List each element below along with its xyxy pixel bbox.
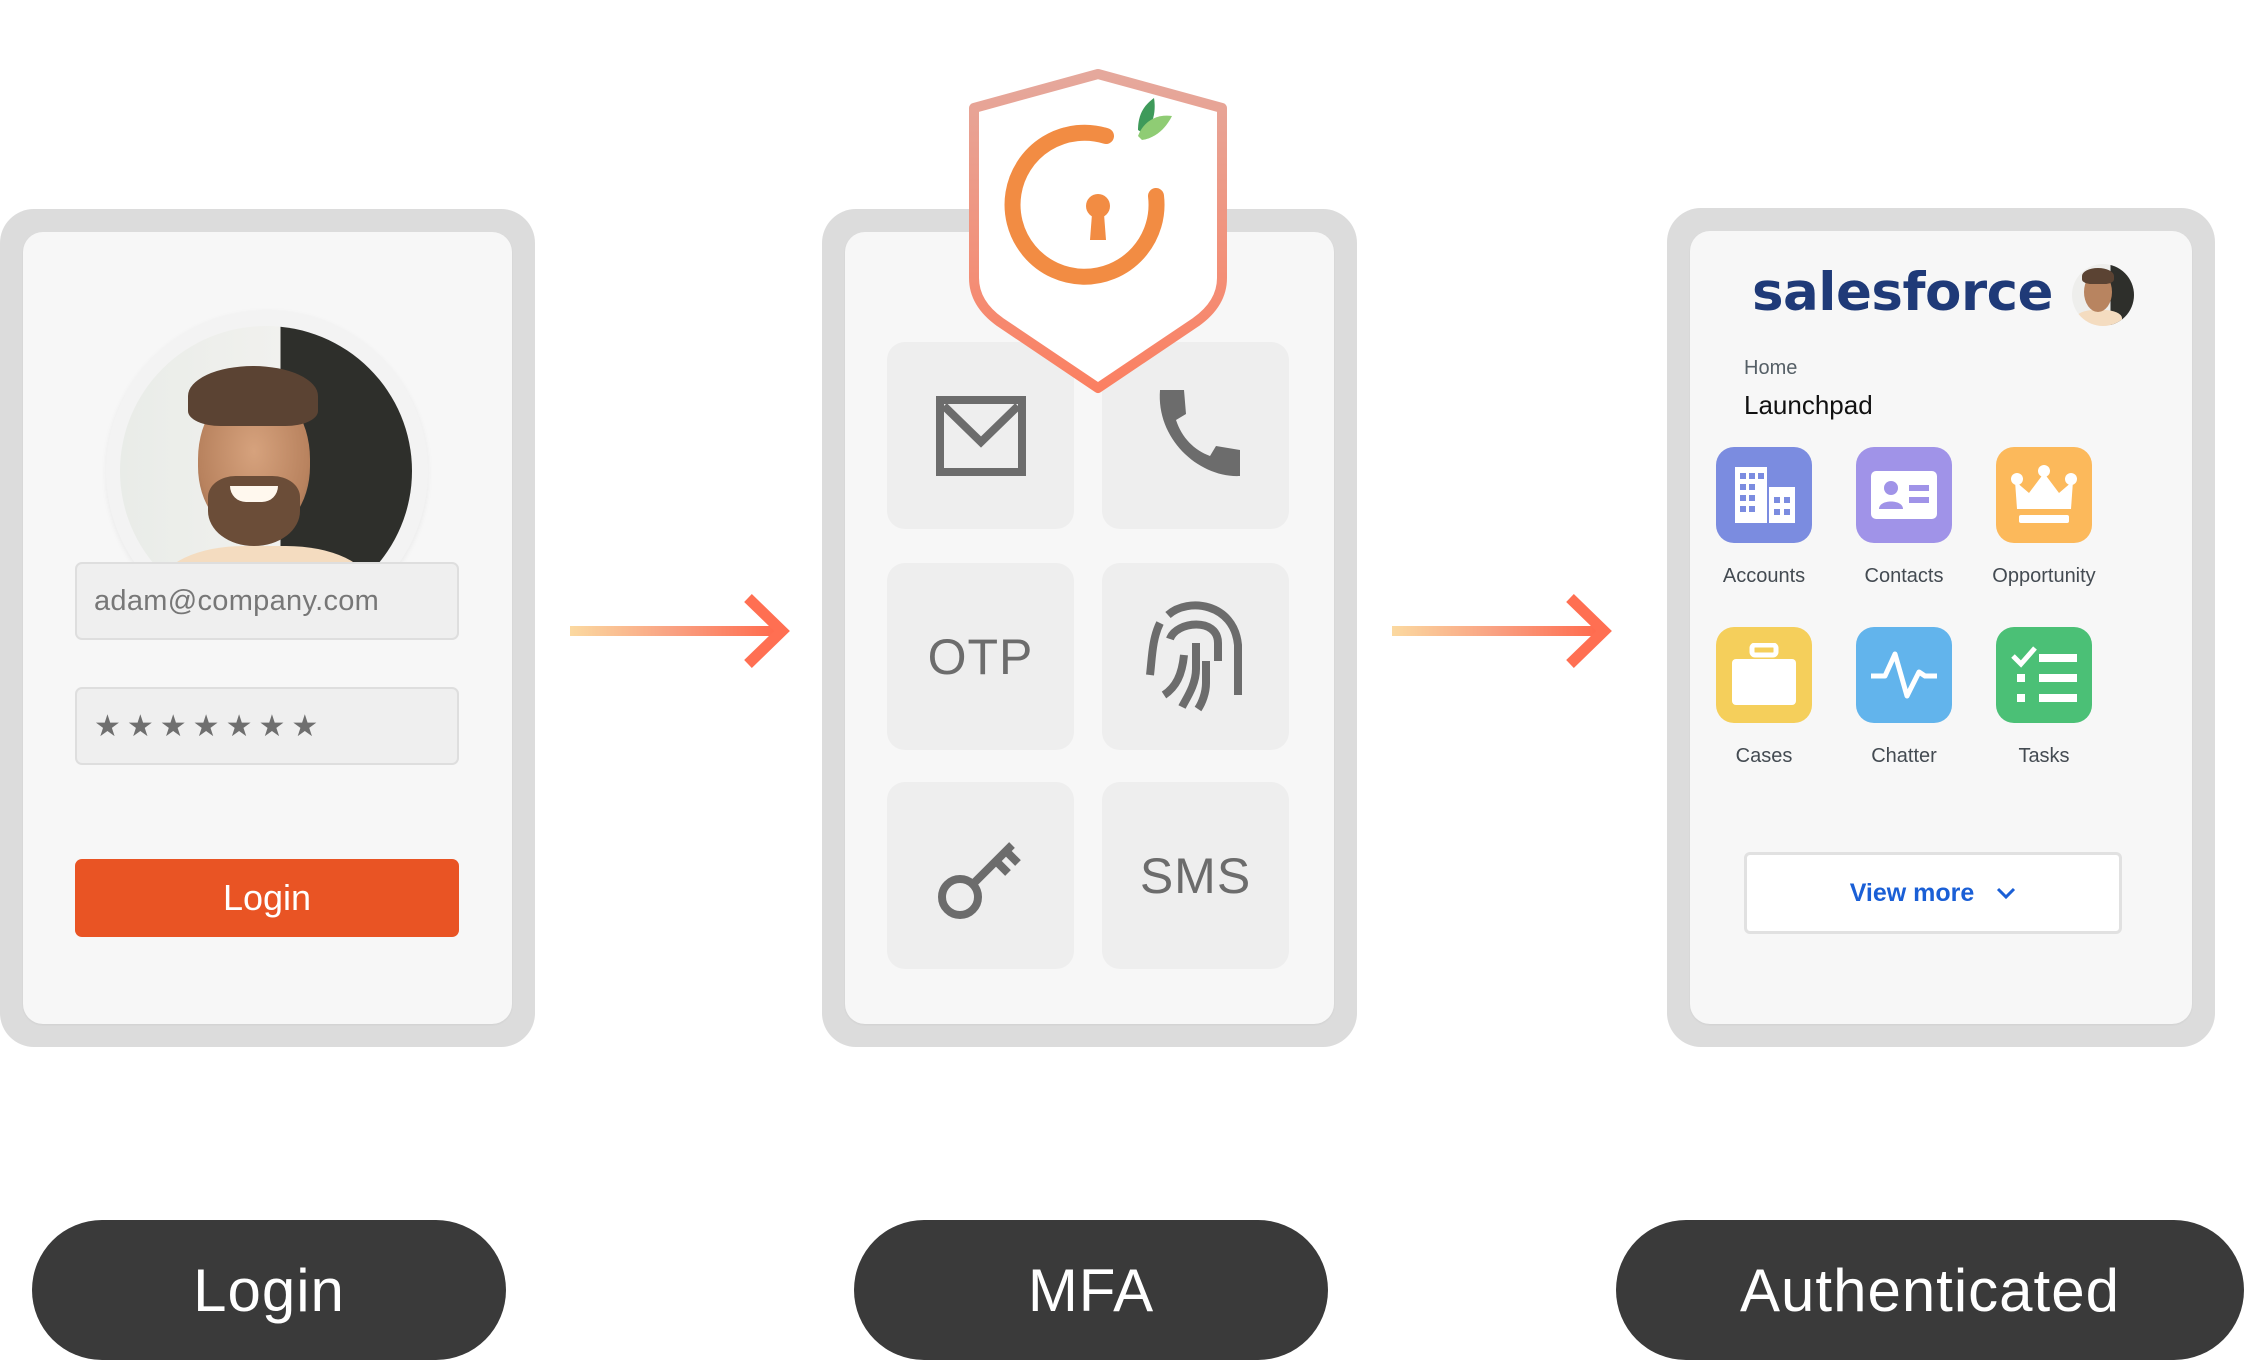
app-chatter[interactable]: Chatter	[1834, 627, 1974, 768]
briefcase-icon	[1716, 627, 1812, 723]
app-contacts[interactable]: Contacts	[1834, 447, 1974, 588]
app-label: Opportunity	[1992, 565, 2096, 587]
app-label: Accounts	[1722, 565, 1806, 587]
app-cases[interactable]: Cases	[1694, 627, 1834, 768]
email-field[interactable]: adam@company.com	[75, 562, 459, 640]
step-label-login: Login	[32, 1220, 506, 1360]
otp-label: OTP	[927, 628, 1034, 685]
arrow-right-icon	[1392, 594, 1612, 668]
app-tasks[interactable]: Tasks	[1974, 627, 2114, 768]
chevron-down-icon	[1997, 887, 2016, 900]
page-title: Launchpad	[1744, 390, 1873, 420]
arrow-right-icon	[570, 594, 790, 668]
app-label: Chatter	[1871, 745, 1937, 767]
app-accounts[interactable]: Accounts	[1694, 447, 1834, 588]
app-label: Cases	[1735, 745, 1793, 767]
salesforce-logo: salesforce	[1752, 262, 2053, 323]
password-field[interactable]: ★★★★★★★	[75, 687, 459, 765]
phone-icon	[1159, 389, 1240, 476]
view-more-label: View more	[1849, 878, 1975, 907]
view-more-button[interactable]: View more	[1744, 852, 2122, 934]
envelope-icon	[935, 395, 1026, 476]
mfa-method-security-key[interactable]	[887, 782, 1074, 969]
app-label: Contacts	[1864, 565, 1944, 587]
app-opportunity[interactable]: Opportunity	[1974, 447, 2114, 588]
app-label: Tasks	[2018, 745, 2070, 767]
fingerprint-icon	[1145, 601, 1242, 712]
login-button[interactable]: Login	[75, 859, 459, 937]
pulse-icon	[1856, 627, 1952, 723]
checklist-icon	[1996, 627, 2092, 723]
crown-icon	[1996, 447, 2092, 543]
sms-label: SMS	[1139, 847, 1252, 904]
step-label-authenticated: Authenticated	[1616, 1220, 2244, 1360]
breadcrumb[interactable]: Home	[1744, 357, 1797, 380]
mfa-method-sms[interactable]: SMS	[1102, 782, 1289, 969]
shield-logo-icon	[969, 69, 1227, 393]
user-avatar-small[interactable]	[2072, 264, 2134, 326]
mfa-method-fingerprint[interactable]	[1102, 563, 1289, 750]
key-icon	[937, 841, 1021, 919]
contact-card-icon	[1856, 447, 1952, 543]
step-label-mfa: MFA	[854, 1220, 1328, 1360]
mfa-method-otp[interactable]: OTP	[887, 563, 1074, 750]
building-icon	[1716, 447, 1812, 543]
